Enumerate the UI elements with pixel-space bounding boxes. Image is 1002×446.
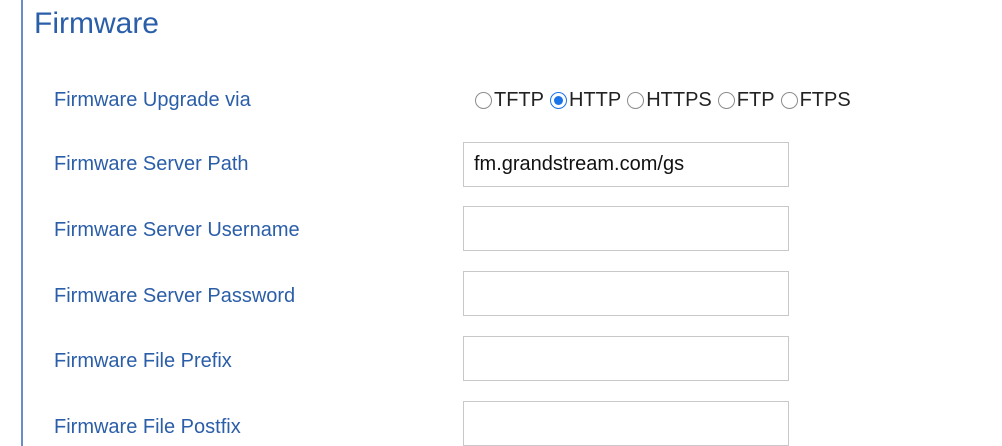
server-password-label: Firmware Server Password: [54, 285, 296, 307]
radio-http-circle[interactable]: [550, 91, 567, 109]
server-username-input[interactable]: [463, 206, 789, 251]
server-password-input[interactable]: [463, 271, 789, 316]
radio-ftps-label: FTPS: [799, 89, 851, 111]
radio-http-label: HTTP: [569, 89, 622, 111]
radio-ftps[interactable]: FTPS: [780, 88, 851, 112]
file-postfix-label: Firmware File Postfix: [54, 416, 241, 438]
radio-tftp[interactable]: TFTP: [475, 88, 544, 112]
firmware-panel: Firmware Firmware Upgrade via TFTP HTTP …: [21, 0, 1002, 446]
server-path-label: Firmware Server Path: [54, 153, 249, 175]
radio-https-label: HTTPS: [646, 89, 712, 111]
upgrade-via-label: Firmware Upgrade via: [54, 89, 251, 111]
radio-tftp-label: TFTP: [494, 89, 544, 111]
radio-tftp-circle[interactable]: [475, 91, 492, 109]
radio-https-circle[interactable]: [627, 91, 645, 109]
file-prefix-input[interactable]: [463, 336, 789, 381]
server-username-label: Firmware Server Username: [54, 219, 300, 241]
radio-ftp[interactable]: FTP: [717, 88, 775, 112]
radio-ftp-circle[interactable]: [717, 91, 735, 109]
file-prefix-label: Firmware File Prefix: [54, 350, 232, 372]
upgrade-via-radio-group: TFTP HTTP HTTPS FTP FTPS: [475, 86, 857, 114]
radio-http[interactable]: HTTP: [550, 88, 621, 112]
section-title: Firmware: [34, 7, 159, 40]
server-path-input[interactable]: [463, 142, 789, 187]
radio-ftp-label: FTP: [736, 89, 775, 111]
radio-ftps-circle[interactable]: [780, 91, 798, 109]
radio-https[interactable]: HTTPS: [627, 88, 712, 112]
file-postfix-input[interactable]: [463, 401, 789, 446]
